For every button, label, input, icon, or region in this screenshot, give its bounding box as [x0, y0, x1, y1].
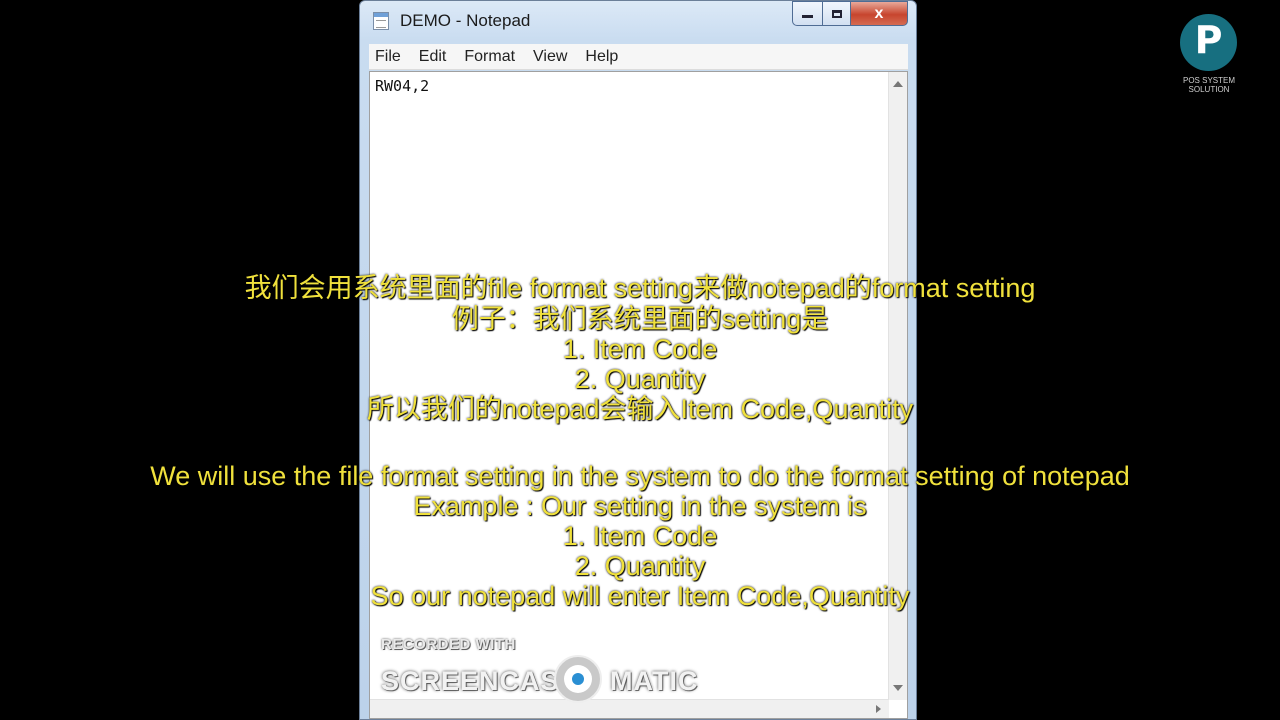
notepad-app-icon — [373, 12, 389, 30]
logo-glyph: P — [1194, 18, 1223, 62]
menu-help[interactable]: Help — [585, 48, 618, 66]
subtitle-cn-line-1: 我们会用系统里面的file format setting来做notepad的fo… — [244, 273, 1036, 303]
subtitle-en-line-5: So our notepad will enter Item Code,Quan… — [370, 581, 910, 611]
close-icon: x — [874, 4, 884, 22]
maximize-icon — [831, 9, 842, 18]
screencast-logo-icon — [554, 655, 602, 703]
menu-format[interactable]: Format — [464, 48, 515, 66]
logo-line-1: POS SYSTEM — [1182, 76, 1235, 85]
maximize-button[interactable] — [822, 1, 850, 26]
subtitle-en-line-2: Example : Our setting in the system is — [413, 491, 867, 521]
subtitle-cn-line-5: 所以我们的notepad会输入Item Code,Quantity — [366, 394, 914, 424]
logo-text: POS SYSTEM SOLUTION — [1166, 76, 1252, 94]
scroll-right-icon[interactable] — [876, 705, 881, 713]
subtitle-en-line-3: 1. Item Code — [562, 521, 718, 551]
menu-view[interactable]: View — [533, 48, 567, 66]
subtitle-cn-line-4: 2. Quantity — [574, 364, 706, 394]
menu-edit[interactable]: Edit — [419, 48, 447, 66]
caption-buttons: x — [792, 1, 908, 27]
title-bar[interactable]: DEMO - Notepad x — [360, 1, 916, 41]
subtitle-cn-line-3: 1. Item Code — [562, 334, 718, 364]
close-button[interactable]: x — [850, 1, 908, 26]
horizontal-scrollbar[interactable] — [370, 699, 889, 718]
scroll-down-icon[interactable] — [893, 685, 903, 691]
pos-system-logo-icon: P — [1180, 14, 1237, 71]
scroll-up-icon[interactable] — [893, 81, 903, 87]
minimize-icon — [802, 15, 813, 18]
screencast-wordmark: SCREENCAST — [381, 666, 578, 696]
subtitle-en-line-4: 2. Quantity — [574, 551, 706, 581]
menu-file[interactable]: File — [375, 48, 401, 66]
logo-line-2: SOLUTION — [1188, 85, 1230, 94]
subtitle-en-line-1: We will use the file format setting in t… — [150, 461, 1130, 491]
document-text[interactable]: RW04,2 — [375, 77, 429, 95]
minimize-button[interactable] — [792, 1, 822, 26]
window-title: DEMO - Notepad — [400, 11, 531, 30]
matic-wordmark: MATIC — [610, 666, 699, 696]
recorded-with-label: RECORDED WITH — [381, 636, 516, 653]
subtitle-cn-line-2: 例子：我们系统里面的setting是 — [451, 304, 829, 334]
menu-bar: File Edit Format View Help — [369, 44, 908, 70]
